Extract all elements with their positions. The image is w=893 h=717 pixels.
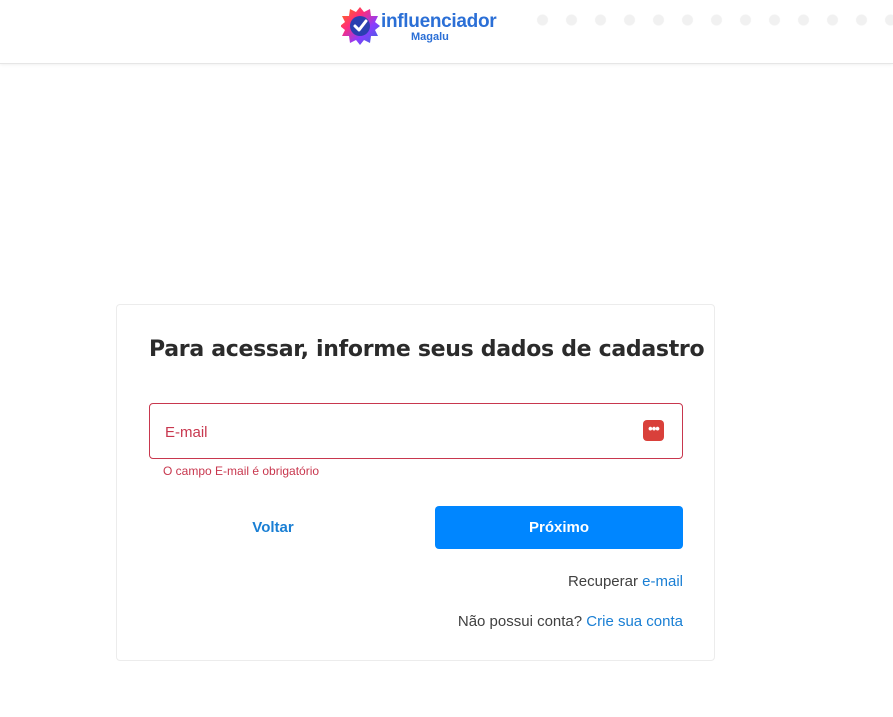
email-field[interactable]: •••	[149, 403, 683, 460]
create-account-link[interactable]: Crie sua conta	[586, 613, 683, 630]
site-header: influenciador Magalu	[0, 0, 893, 64]
recover-row: Recuperar e-mail	[568, 573, 683, 590]
logo-text: influenciador	[381, 11, 497, 32]
next-button[interactable]: Próximo	[435, 506, 683, 549]
signup-row: Não possui conta? Crie sua conta	[458, 613, 683, 630]
email-input[interactable]	[163, 404, 627, 460]
back-button[interactable]: Voltar	[149, 506, 397, 548]
recover-text: Recuperar	[567, 573, 638, 590]
signup-text: Não possui conta?	[457, 613, 583, 630]
page-title: Para acessar, informe seus dados de cada…	[149, 337, 705, 362]
header-decoration	[528, 10, 893, 34]
badge-check-icon	[341, 7, 380, 45]
password-manager-icon[interactable]: •••	[643, 420, 664, 441]
influenciador-magalu-logo[interactable]: influenciador Magalu	[341, 6, 497, 46]
login-card: Para acessar, informe seus dados de cada…	[116, 304, 715, 661]
email-error-message: O campo E-mail é obrigatório	[163, 464, 320, 478]
recover-email-link[interactable]: e-mail	[642, 573, 683, 590]
logo-subtext: Magalu	[411, 31, 449, 43]
